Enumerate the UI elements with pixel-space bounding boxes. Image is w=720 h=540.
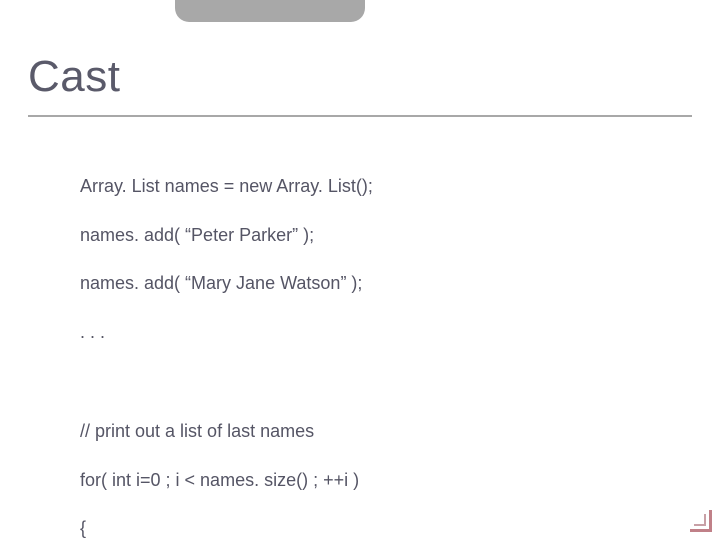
code-line: . . . (80, 320, 680, 344)
code-line: for( int i=0 ; i < names. size() ; ++i ) (80, 468, 680, 492)
slide-body: Array. List names = new Array. List(); n… (80, 150, 680, 540)
top-accent-bar (175, 0, 365, 22)
title-underline (28, 115, 692, 117)
code-line: Array. List names = new Array. List(); (80, 174, 680, 198)
slide-title: Cast (28, 52, 120, 102)
slide: Cast Array. List names = new Array. List… (0, 0, 720, 540)
corner-decoration-icon (690, 510, 712, 532)
code-line: names. add( “Peter Parker” ); (80, 223, 680, 247)
code-line: // print out a list of last names (80, 419, 680, 443)
code-line: names. add( “Mary Jane Watson” ); (80, 271, 680, 295)
corner-inner-icon (694, 514, 706, 526)
code-line: { (80, 516, 680, 540)
blank-line (80, 369, 680, 395)
